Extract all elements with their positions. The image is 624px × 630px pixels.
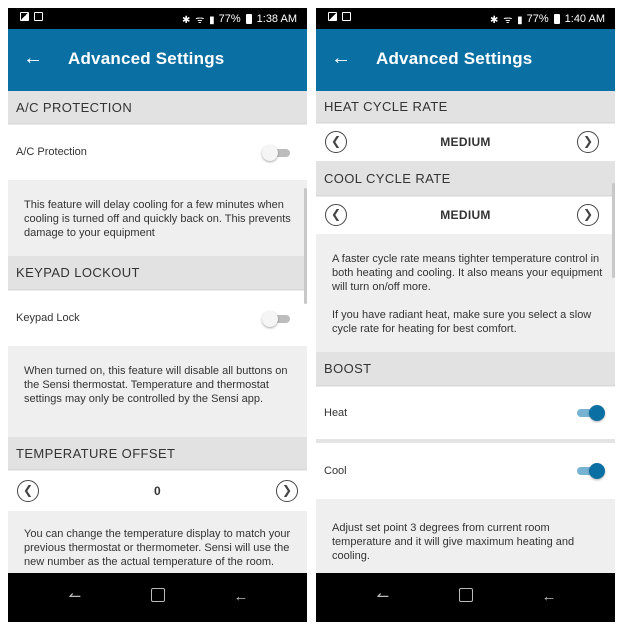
recent-apps-icon[interactable]: ↼ [374, 588, 392, 606]
boost-cool-toggle[interactable] [577, 463, 605, 479]
chevron-right-icon[interactable]: ❯ [577, 204, 599, 226]
recent-apps-icon[interactable]: ↼ [66, 588, 84, 606]
temperature-offset-stepper: ❮ 0 ❯ [8, 471, 307, 511]
app-bar: ← Advanced Settings [316, 29, 615, 91]
nav-back-icon[interactable]: ← [232, 588, 250, 606]
chevron-right-icon[interactable]: ❯ [577, 131, 599, 153]
page-title: Advanced Settings [376, 49, 533, 68]
boost-cool-row[interactable]: Cool [316, 443, 615, 499]
battery-icon [245, 14, 252, 24]
phone-screen-right: ✱ ᯤ ▮ 77% 1:40 AM ← Advanced Settings HE… [316, 8, 615, 622]
keypad-lock-label: Keypad Lock [16, 312, 80, 324]
chevron-right-icon[interactable]: ❯ [276, 480, 298, 502]
keypad-lockout-description: When turned on, this feature will disabl… [8, 346, 307, 437]
notes-notification-icon [34, 12, 43, 21]
home-icon[interactable] [149, 588, 167, 606]
clock: 1:38 AM [256, 13, 297, 25]
cycle-rate-description-p1: A faster cycle rate means tighter temper… [332, 253, 603, 293]
gallery-notification-icon [328, 12, 337, 21]
settings-list[interactable]: HEAT CYCLE RATE ❮ MEDIUM ❯ COOL CYCLE RA… [316, 91, 615, 573]
ac-protection-label: A/C Protection [16, 146, 87, 158]
section-header-heat-cycle-rate: HEAT CYCLE RATE [316, 91, 615, 123]
keypad-lock-row[interactable]: Keypad Lock [8, 291, 307, 346]
section-header-ac-protection: A/C PROTECTION [8, 91, 307, 124]
scrollbar[interactable] [304, 188, 307, 304]
status-bar: ✱ ᯤ ▮ 77% 1:40 AM [316, 8, 615, 29]
section-header-keypad-lockout: KEYPAD LOCKOUT [8, 256, 307, 290]
home-icon[interactable] [457, 588, 475, 606]
bluetooth-wifi-signal-icon: ✱ ᯤ ▮ [490, 15, 524, 26]
boost-description: Adjust set point 3 degrees from current … [316, 499, 615, 573]
nav-back-icon[interactable]: ← [540, 588, 558, 606]
page-title: Advanced Settings [68, 49, 225, 68]
battery-percent: 77% [218, 13, 241, 25]
system-nav-bar: ↼ ← [316, 573, 615, 622]
heat-cycle-stepper: ❮ MEDIUM ❯ [316, 124, 615, 161]
cycle-rate-description-p2: If you have radiant heat, make sure you … [332, 309, 592, 335]
battery-percent: 77% [526, 13, 549, 25]
arrow-left-icon[interactable]: ← [330, 47, 352, 69]
section-header-cool-cycle-rate: COOL CYCLE RATE [316, 161, 615, 196]
boost-heat-label: Heat [324, 407, 348, 419]
app-bar: ← Advanced Settings [8, 29, 307, 91]
ac-protection-toggle[interactable] [262, 145, 290, 161]
scrollbar[interactable] [612, 183, 615, 278]
gallery-notification-icon [20, 12, 29, 21]
temperature-offset-value: 0 [154, 484, 161, 498]
ac-protection-row[interactable]: A/C Protection [8, 125, 307, 180]
section-header-boost: BOOST [316, 352, 615, 386]
boost-cool-label: Cool [324, 465, 347, 477]
bluetooth-wifi-signal-icon: ✱ ᯤ ▮ [182, 15, 216, 26]
settings-list[interactable]: A/C PROTECTION A/C Protection This featu… [8, 91, 307, 573]
clock: 1:40 AM [564, 13, 605, 25]
status-bar: ✱ ᯤ ▮ 77% 1:38 AM [8, 8, 307, 29]
system-nav-bar: ↼ ← [8, 573, 307, 622]
boost-heat-toggle[interactable] [577, 405, 605, 421]
temperature-offset-description: You can change the temperature display t… [8, 511, 307, 573]
boost-heat-row[interactable]: Heat [316, 387, 615, 439]
heat-cycle-value: MEDIUM [440, 135, 491, 149]
section-header-temperature-offset: TEMPERATURE OFFSET [8, 437, 307, 470]
phone-screen-left: ✱ ᯤ ▮ 77% 1:38 AM ← Advanced Settings A/… [8, 8, 307, 622]
notes-notification-icon [342, 12, 351, 21]
ac-protection-description: This feature will delay cooling for a fe… [8, 180, 307, 256]
cool-cycle-stepper: ❮ MEDIUM ❯ [316, 197, 615, 234]
battery-icon [553, 14, 560, 24]
keypad-lock-toggle[interactable] [262, 311, 290, 327]
cool-cycle-value: MEDIUM [440, 208, 491, 222]
cycle-rate-description: A faster cycle rate means tighter temper… [316, 234, 615, 352]
arrow-left-icon[interactable]: ← [22, 47, 44, 69]
